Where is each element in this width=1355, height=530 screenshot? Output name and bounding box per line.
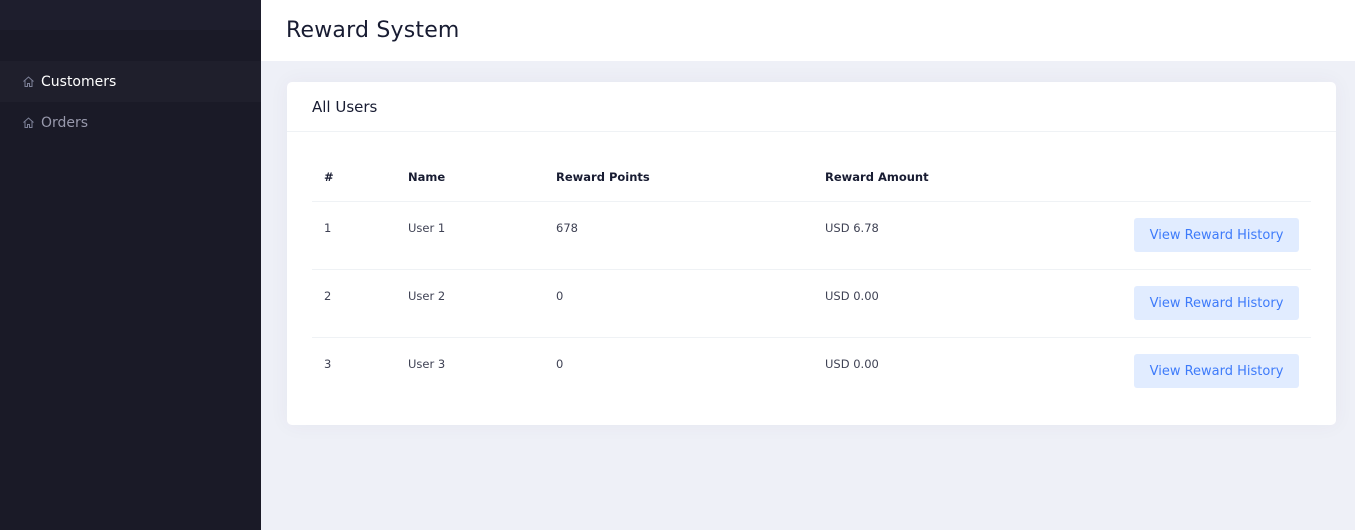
view-reward-history-button[interactable]: View Reward History — [1134, 286, 1299, 320]
sidebar-item-label: Orders — [41, 114, 89, 131]
row-name: User 2 — [408, 289, 446, 303]
table-row: 2 User 2 0 USD 0.00 View Reward History — [312, 270, 1311, 338]
row-index: 3 — [324, 357, 332, 371]
row-reward-amount: USD 6.78 — [825, 221, 879, 235]
row-name: User 1 — [408, 221, 446, 235]
row-reward-points: 0 — [556, 289, 564, 303]
row-reward-points: 678 — [556, 221, 578, 235]
sidebar-item-label: Customers — [41, 73, 117, 90]
row-index: 1 — [324, 221, 332, 235]
view-reward-history-button[interactable]: View Reward History — [1134, 354, 1299, 388]
column-header-name: Name — [408, 170, 446, 184]
sidebar-item-customers[interactable]: Customers — [0, 61, 261, 102]
card-title: All Users — [312, 97, 378, 116]
sidebar-menu: Customers Orders — [0, 30, 261, 143]
card-header: All Users — [287, 82, 1336, 132]
users-card: All Users # Name Reward Points Reward Am… — [287, 82, 1336, 425]
column-header-reward-amount: Reward Amount — [825, 170, 929, 184]
row-reward-amount: USD 0.00 — [825, 357, 879, 371]
row-reward-amount: USD 0.00 — [825, 289, 879, 303]
sidebar-item-orders[interactable]: Orders — [0, 102, 261, 143]
users-table: # Name Reward Points Reward Amount 1 Use… — [312, 152, 1311, 406]
page-title: Reward System — [286, 18, 460, 43]
column-header-reward-points: Reward Points — [556, 170, 650, 184]
table-row: 3 User 3 0 USD 0.00 View Reward History — [312, 338, 1311, 406]
column-header-index: # — [324, 170, 334, 184]
home-icon — [22, 116, 35, 129]
table-row: 1 User 1 678 USD 6.78 View Reward Histor… — [312, 202, 1311, 270]
row-reward-points: 0 — [556, 357, 564, 371]
view-reward-history-button[interactable]: View Reward History — [1134, 218, 1299, 252]
row-index: 2 — [324, 289, 332, 303]
table-header: # Name Reward Points Reward Amount — [312, 152, 1311, 202]
row-name: User 3 — [408, 357, 446, 371]
home-icon — [22, 75, 35, 88]
sidebar-brand — [0, 0, 261, 30]
sidebar: Customers Orders — [0, 0, 261, 530]
page-header: Reward System — [261, 0, 1355, 61]
